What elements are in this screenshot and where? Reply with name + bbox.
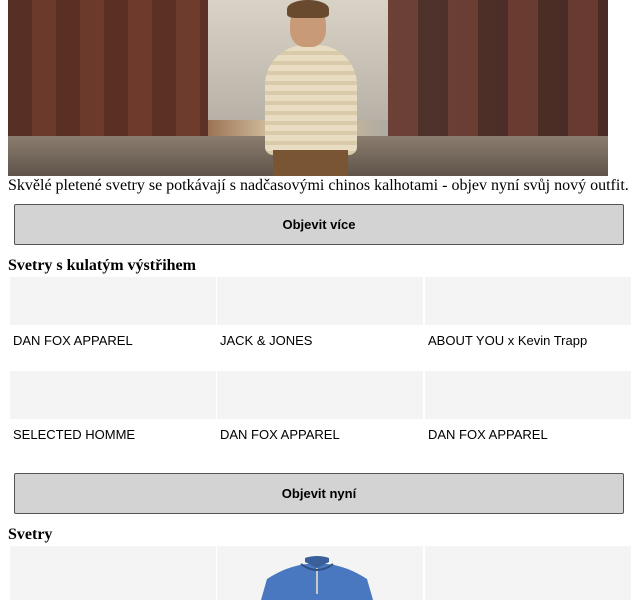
- hero-building-left: [8, 0, 208, 150]
- product-brand[interactable]: DAN FOX APPAREL: [428, 427, 631, 442]
- product-image[interactable]: [10, 371, 216, 419]
- product-tile[interactable]: SELECTED HOMME: [10, 371, 216, 442]
- hero-model-hair: [287, 0, 329, 18]
- product-image[interactable]: [217, 546, 423, 600]
- product-tile[interactable]: DAN FOX APPAREL: [425, 371, 631, 442]
- hero-caption: Skvělé pletené svetry se potkávají s nad…: [8, 177, 629, 194]
- product-image[interactable]: [10, 546, 216, 600]
- product-brand[interactable]: SELECTED HOMME: [13, 427, 216, 442]
- explore-more-button[interactable]: Objevit více: [14, 204, 624, 245]
- product-brand[interactable]: JACK & JONES: [220, 333, 423, 348]
- product-brand[interactable]: ABOUT YOU x Kevin Trapp: [428, 333, 631, 348]
- hero-building-right: [388, 0, 608, 150]
- hero-sweater: [265, 45, 357, 155]
- product-image[interactable]: [425, 371, 631, 419]
- product-image[interactable]: [425, 277, 631, 325]
- blue-half-zip-sweater-image: [261, 556, 373, 600]
- hero-model: [263, 0, 358, 176]
- product-image[interactable]: [217, 277, 423, 325]
- product-tile[interactable]: DAN FOX APPAREL: [10, 277, 216, 348]
- product-tile[interactable]: ABOUT YOU x Kevin Trapp: [425, 277, 631, 348]
- product-tile[interactable]: JACK & JONES: [217, 277, 423, 348]
- product-brand[interactable]: DAN FOX APPAREL: [13, 333, 216, 348]
- product-image[interactable]: [425, 546, 631, 600]
- section-title-crew-neck: Svetry s kulatým výstřihem: [8, 257, 196, 274]
- section-title-sweaters: Svetry: [8, 526, 53, 543]
- explore-now-button[interactable]: Objevit nyní: [14, 473, 624, 514]
- hero-pants: [273, 150, 348, 176]
- product-image[interactable]: [217, 371, 423, 419]
- hero-banner-image[interactable]: [8, 0, 608, 176]
- product-brand[interactable]: DAN FOX APPAREL: [220, 427, 423, 442]
- product-tile[interactable]: DAN FOX APPAREL: [217, 371, 423, 442]
- product-image[interactable]: [10, 277, 216, 325]
